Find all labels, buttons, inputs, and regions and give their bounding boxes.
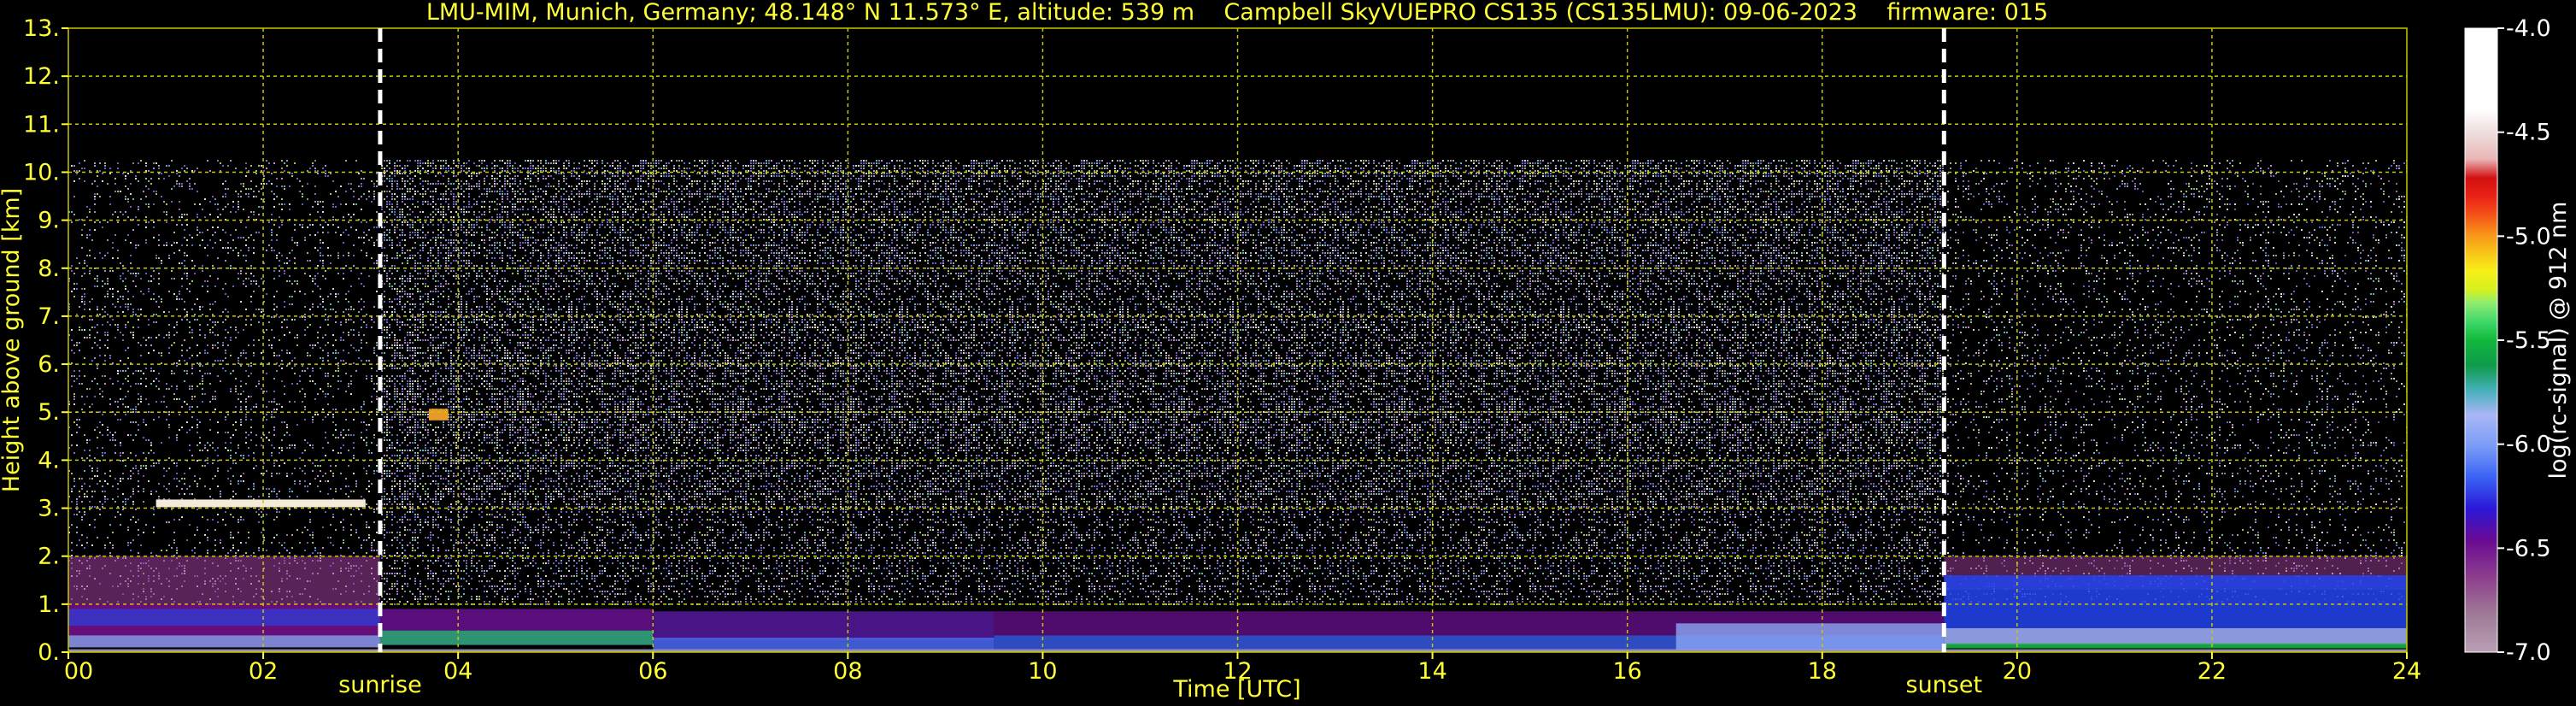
y-tick-label-9: 9. (38, 208, 60, 234)
colorbar-tick-label-4: -6.0 (2506, 432, 2551, 458)
chart-title: LMU-MIM, Munich, Germany; 48.148° N 11.5… (426, 0, 2048, 26)
x-tick-label-10: 10 (1028, 658, 1057, 685)
aerosol-layer-morning-blue (68, 609, 380, 627)
x-tick-label-00: 00 (64, 658, 93, 685)
colorbar-tick-label-2: -5.0 (2506, 223, 2551, 250)
x-tick-label-02: 02 (249, 658, 278, 685)
ceilometer-chart: LMU-MIM, Munich, Germany; 48.148° N 11.5… (0, 0, 2572, 703)
x-tick-label-16: 16 (1612, 658, 1641, 685)
colorbar-label: log(rc-signal) @ 912 nm (2545, 202, 2572, 479)
aerosol-layer-morning-lower (68, 635, 380, 648)
y-axis-label: Height above ground [km] (0, 188, 25, 492)
cloud-layer-0 (155, 499, 366, 508)
x-tick-label-08: 08 (833, 658, 862, 685)
aerosol-layer-morning-mixing (653, 611, 995, 640)
y-tick-label-2: 2. (38, 544, 60, 570)
y-tick-label-7: 7. (38, 303, 60, 330)
aerosol-layer-afternoon (1675, 623, 1945, 650)
x-tick-label-24: 24 (2392, 658, 2421, 685)
aerosol-layer-dawn-green (379, 630, 654, 645)
x-tick-label-04: 04 (443, 658, 472, 685)
cloud-patch-1 (428, 409, 449, 421)
colorbar-tick-label-6: -7.0 (2506, 639, 2551, 666)
y-tick-label-10: 10. (23, 159, 60, 185)
y-tick-label-6: 6. (38, 351, 60, 378)
residual-layer-morning (68, 556, 380, 604)
colorbar-tick-label-1: -4.5 (2506, 120, 2551, 146)
y-tick-label-5: 5. (38, 399, 60, 426)
colorbar-tick-label-5: -6.5 (2506, 535, 2551, 562)
colorbar-tick-label-3: -5.5 (2506, 327, 2551, 354)
colorbar-ticks: -4.0 -4.5 -5.0 -5.5 -6.0 -6.5 -7.0 (2497, 15, 2551, 666)
x-tick-label-22: 22 (2198, 658, 2227, 685)
aerosol-layer-morning-mixing-low (653, 638, 995, 650)
sunset-label: sunset (1906, 672, 1983, 698)
sunrise-label: sunrise (338, 672, 422, 698)
y-tick-label-1: 1. (38, 591, 60, 618)
residual-layer-evening (1944, 575, 2407, 628)
y-tick-label-3: 3. (38, 496, 60, 522)
y-tick-label-11: 11. (23, 111, 60, 138)
y-tick-label-13: 13. (23, 15, 60, 42)
colorbar (2464, 27, 2498, 653)
x-axis-label: Time [UTC] (1172, 676, 1300, 703)
x-tick-label-06: 06 (638, 658, 667, 685)
y-axis: 0. 1. 2. 3. 4. 5. 6. 7. 8. 9. 10. 11. 12. 13. (23, 15, 68, 666)
x-tick-label-14: 14 (1417, 658, 1446, 685)
y-tick-label-12: 12. (23, 63, 60, 90)
surface-layer-evening-green (1944, 643, 2407, 649)
aerosol-layer-dawn (379, 609, 654, 631)
x-tick-label-18: 18 (1808, 658, 1837, 685)
y-tick-label-4: 4. (38, 447, 60, 474)
y-tick-label-0: 0. (38, 639, 60, 666)
surface-layer-evening (1944, 627, 2407, 645)
x-tick-label-20: 20 (2003, 658, 2032, 685)
colorbar-tick-label-0: -4.0 (2506, 15, 2551, 42)
y-tick-label-8: 8. (38, 256, 60, 282)
